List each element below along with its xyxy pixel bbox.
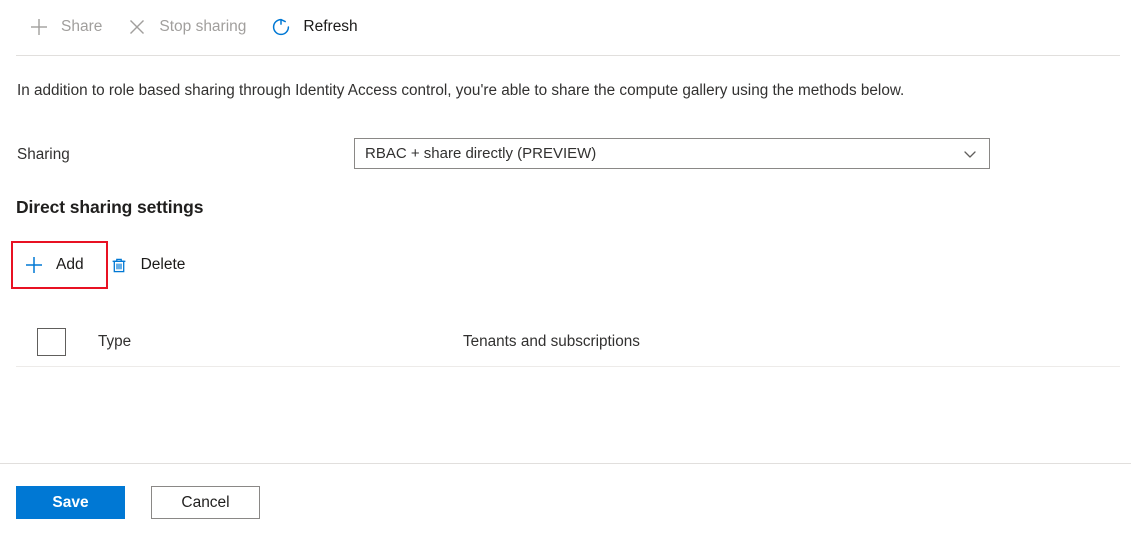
add-button[interactable]: Add xyxy=(11,242,96,288)
direct-sharing-toolbar: Add Delete xyxy=(11,241,197,289)
table-select-all-cell xyxy=(16,327,98,356)
cancel-button[interactable]: Cancel xyxy=(151,486,260,519)
refresh-button-label: Refresh xyxy=(303,18,358,36)
direct-sharing-heading: Direct sharing settings xyxy=(16,197,204,217)
refresh-icon xyxy=(266,14,296,40)
page-description: In addition to role based sharing throug… xyxy=(17,82,905,99)
refresh-button[interactable]: Refresh xyxy=(264,9,367,45)
command-bar: Share Stop sharing Refresh xyxy=(0,0,1131,54)
add-button-label: Add xyxy=(56,256,84,273)
table-body-empty xyxy=(16,367,1120,453)
plus-icon xyxy=(24,14,54,40)
stop-sharing-button[interactable]: Stop sharing xyxy=(120,9,256,45)
select-all-checkbox[interactable] xyxy=(37,327,66,356)
share-button[interactable]: Share xyxy=(22,9,112,45)
trash-icon xyxy=(106,252,132,278)
column-header-tenants-and-subscriptions: Tenants and subscriptions xyxy=(463,332,640,350)
stop-sharing-button-label: Stop sharing xyxy=(159,18,247,36)
sharing-dropdown[interactable]: RBAC + share directly (PREVIEW) xyxy=(354,138,990,169)
footer-divider xyxy=(0,463,1131,464)
table-header-row: Type Tenants and subscriptions xyxy=(16,317,1120,367)
delete-button-label: Delete xyxy=(140,256,186,273)
sharing-field-label: Sharing xyxy=(17,146,70,163)
delete-button[interactable]: Delete xyxy=(96,242,198,288)
share-button-label: Share xyxy=(61,18,103,36)
direct-sharing-table: Type Tenants and subscriptions xyxy=(16,317,1120,453)
save-button[interactable]: Save xyxy=(16,486,125,519)
chevron-down-icon xyxy=(959,143,981,165)
column-header-type: Type xyxy=(98,332,132,350)
close-icon xyxy=(122,14,152,40)
footer-actions: Save Cancel xyxy=(16,486,260,519)
share-settings-page: Share Stop sharing Refresh In addition t… xyxy=(0,0,1131,546)
command-bar-divider xyxy=(16,55,1120,56)
plus-icon xyxy=(21,252,47,278)
sharing-dropdown-value: RBAC + share directly (PREVIEW) xyxy=(365,146,597,161)
